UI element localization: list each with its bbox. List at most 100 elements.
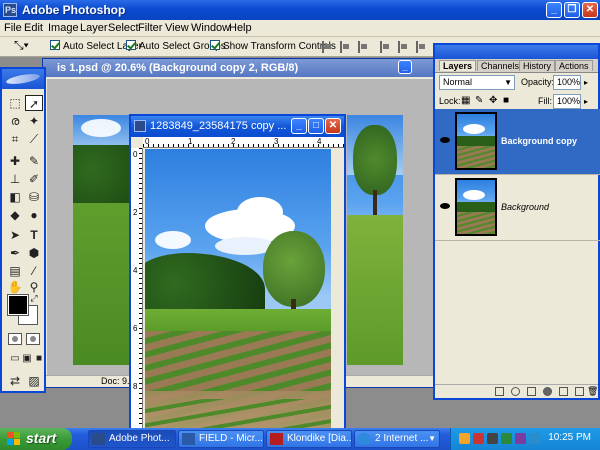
- layer-row-background-copy[interactable]: Background copy: [435, 109, 600, 175]
- dodge-tool-icon[interactable]: ●: [25, 207, 43, 223]
- tray-volume-icon[interactable]: [487, 433, 498, 444]
- background-document-titlebar[interactable]: is 1.psd @ 20.6% (Background copy 2, RGB…: [43, 59, 441, 77]
- lock-position-icon[interactable]: ✥: [489, 95, 497, 106]
- layer-visibility-eye-icon[interactable]: [440, 137, 450, 143]
- vertical-ruler[interactable]: 0 2 4 6 8: [131, 148, 143, 432]
- imageready-icon[interactable]: ▨: [25, 373, 43, 389]
- minimize-button[interactable]: _: [546, 2, 562, 18]
- trash-icon[interactable]: 🗑: [587, 387, 598, 396]
- blend-mode-select[interactable]: Normal ▼: [439, 75, 515, 90]
- lock-all-icon[interactable]: ■: [503, 95, 509, 106]
- align-right-icon[interactable]: [416, 41, 426, 53]
- align-bottom-icon[interactable]: [358, 41, 368, 53]
- clone-stamp-tool-icon[interactable]: ⊥: [6, 171, 24, 187]
- task-adobe-photoshop[interactable]: Adobe Phot...: [88, 430, 176, 448]
- toolbox-header[interactable]: [2, 69, 44, 89]
- eraser-tool-icon[interactable]: ◧: [6, 189, 24, 205]
- add-mask-icon[interactable]: [527, 387, 536, 396]
- task-internet-explorer[interactable]: 2 Internet ... ▼: [354, 430, 440, 448]
- tab-actions[interactable]: Actions: [555, 60, 593, 71]
- start-button[interactable]: start: [0, 428, 72, 450]
- swap-colors-icon[interactable]: ⤢: [28, 293, 40, 303]
- doc-fg-maximize-button[interactable]: □: [308, 118, 324, 134]
- foreground-color-swatch[interactable]: [7, 294, 29, 316]
- crop-tool-icon[interactable]: ⌗: [6, 131, 24, 147]
- horizontal-ruler[interactable]: 0 1 2 3 4: [143, 137, 344, 148]
- menu-edit[interactable]: Edit: [24, 22, 43, 34]
- tab-layers[interactable]: Layers: [439, 60, 477, 71]
- quick-mask-button[interactable]: [26, 333, 40, 345]
- doc-fg-close-button[interactable]: ✕: [325, 118, 341, 134]
- photoshop-app-icon: Ps: [3, 3, 17, 17]
- new-layer-icon[interactable]: [575, 387, 584, 396]
- brush-tool-icon[interactable]: ✎: [25, 153, 43, 169]
- jump-to-imageready-icon[interactable]: ⇄: [6, 373, 24, 389]
- shape-tool-icon[interactable]: ⬢: [25, 245, 43, 261]
- menu-select[interactable]: Select: [108, 22, 139, 34]
- tab-channels[interactable]: Channels: [477, 60, 524, 71]
- menu-help[interactable]: Help: [229, 22, 252, 34]
- history-brush-tool-icon[interactable]: ✐: [25, 171, 43, 187]
- marquee-tool-icon[interactable]: ⬚: [6, 95, 24, 111]
- foreground-document-window[interactable]: 1283849_23584175 copy ... _ □ ✕ 0 1 2 3 …: [129, 114, 346, 432]
- close-button[interactable]: ✕: [582, 2, 598, 18]
- healing-brush-tool-icon[interactable]: ✚: [6, 153, 24, 169]
- layer-visibility-eye-icon[interactable]: [440, 203, 450, 209]
- menu-view[interactable]: View: [165, 22, 189, 34]
- tray-messenger-icon[interactable]: [515, 433, 526, 444]
- move-tool-icon[interactable]: ➚: [25, 95, 43, 111]
- foreground-document-titlebar[interactable]: 1283849_23584175 copy ... _ □ ✕: [131, 116, 344, 137]
- menu-filter[interactable]: Filter: [138, 22, 162, 34]
- restore-button[interactable]: ❐: [564, 2, 580, 18]
- opacity-slider-arrow-icon[interactable]: ▸: [584, 78, 588, 87]
- adjustment-layer-icon[interactable]: [543, 387, 552, 396]
- standard-mode-button[interactable]: [8, 333, 22, 345]
- align-top-icon[interactable]: [322, 41, 332, 53]
- new-group-icon[interactable]: [559, 387, 568, 396]
- path-selection-tool-icon[interactable]: ➤: [6, 227, 24, 243]
- fill-input[interactable]: 100%: [553, 94, 581, 109]
- show-transform-controls-checkbox[interactable]: Show Transform Controls: [210, 40, 336, 52]
- layers-panel-header[interactable]: [435, 45, 598, 59]
- magic-wand-tool-icon[interactable]: ✦: [25, 113, 43, 129]
- layer-style-icon[interactable]: [511, 387, 520, 396]
- notes-tool-icon[interactable]: ▤: [6, 263, 24, 279]
- hand-tool-icon[interactable]: ✋: [6, 279, 24, 295]
- paint-bucket-tool-icon[interactable]: ⛁: [25, 189, 43, 205]
- type-tool-icon[interactable]: T: [25, 227, 43, 243]
- doc-minimize-button[interactable]: _: [398, 60, 412, 74]
- menu-image[interactable]: Image: [48, 22, 79, 34]
- menu-layer[interactable]: Layer: [80, 22, 108, 34]
- layer-row-background[interactable]: Background: [435, 175, 600, 241]
- lock-transparency-icon[interactable]: ▦: [461, 95, 470, 106]
- task-klondike[interactable]: Klondike [Dia...: [266, 430, 352, 448]
- lock-image-icon[interactable]: ✎: [475, 95, 483, 106]
- slice-tool-icon[interactable]: ⟋: [25, 131, 43, 147]
- screen-mode-3-icon[interactable]: ■: [30, 351, 48, 367]
- landscape-photo-canvas[interactable]: [145, 149, 331, 432]
- align-left-icon[interactable]: [380, 41, 390, 53]
- tray-app-icon[interactable]: [459, 433, 470, 444]
- tab-history[interactable]: History: [519, 60, 556, 71]
- align-vcenter-icon[interactable]: [340, 41, 350, 53]
- layers-panel[interactable]: Layers Channels History Actions Normal ▼…: [433, 43, 600, 400]
- system-tray: 10:25 PM: [450, 428, 600, 450]
- tray-network-icon[interactable]: [501, 433, 512, 444]
- menu-window[interactable]: Window: [191, 22, 230, 34]
- align-hcenter-icon[interactable]: [398, 41, 408, 53]
- link-layers-icon[interactable]: [495, 387, 504, 396]
- opacity-input[interactable]: 100%: [553, 75, 581, 90]
- menu-file[interactable]: File: [4, 22, 22, 34]
- move-tool-preset-icon[interactable]: ⤡▾: [14, 38, 29, 53]
- tray-security-icon[interactable]: [473, 433, 484, 444]
- toolbox-panel[interactable]: ⬚ ➚ ര ✦ ⌗ ⟋ ✚ ✎ ⊥ ✐ ◧ ⛁ ◆ ● ➤ T ✒ ⬢ ▤ ⁄ …: [0, 67, 46, 393]
- pen-tool-icon[interactable]: ✒: [6, 245, 24, 261]
- doc-fg-minimize-button[interactable]: _: [291, 118, 307, 134]
- eyedropper-tool-icon[interactable]: ⁄: [25, 263, 43, 279]
- tray-update-icon[interactable]: [529, 433, 540, 444]
- background-photo-right: [347, 115, 403, 365]
- fill-slider-arrow-icon[interactable]: ▸: [584, 97, 588, 106]
- lasso-tool-icon[interactable]: ര: [6, 113, 24, 129]
- blur-tool-icon[interactable]: ◆: [6, 207, 24, 223]
- task-field-microsoft[interactable]: FIELD - Micr...: [178, 430, 264, 448]
